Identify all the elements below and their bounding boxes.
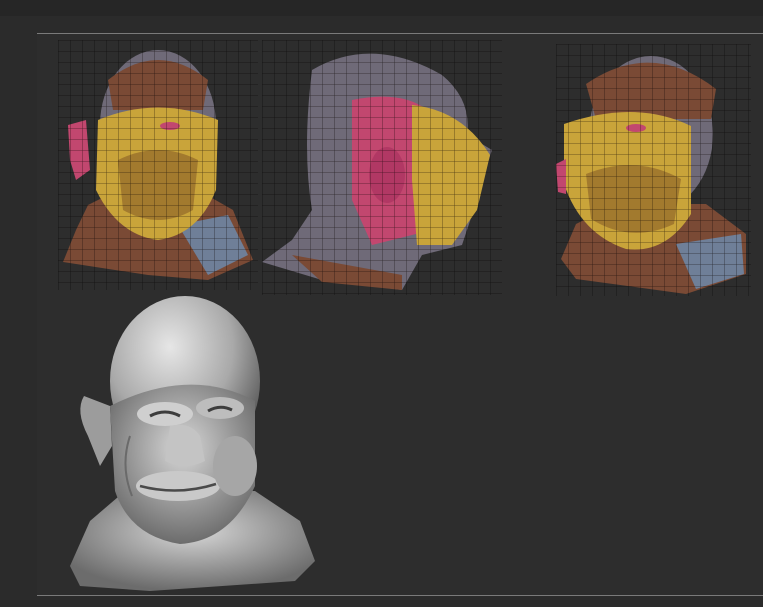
top-toolbar-strip (0, 0, 763, 16)
bottom-divider (37, 595, 763, 596)
head-front-view (58, 40, 258, 290)
head-three-quarter-view (556, 44, 751, 296)
head-sculpt-detailed (70, 296, 320, 596)
head-side-view (262, 40, 502, 295)
